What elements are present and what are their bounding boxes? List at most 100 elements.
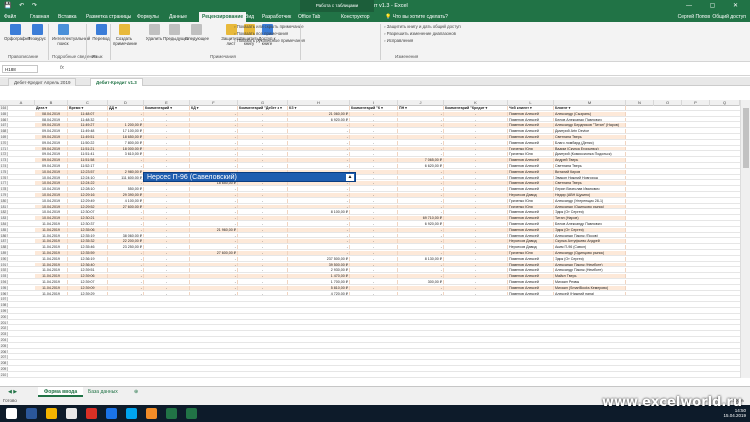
cell[interactable]: -	[144, 280, 190, 284]
cell[interactable]: -	[190, 193, 238, 197]
cell[interactable]: Михаил (SmartBooks Кемерово)	[554, 285, 626, 290]
ribbon-check-0[interactable]: ▫ Показать или скрыть примечание	[234, 24, 304, 29]
cell[interactable]: -	[238, 123, 288, 128]
cell[interactable]: 12:35:59	[68, 251, 108, 255]
cell[interactable]: -	[108, 268, 144, 273]
cell[interactable]: Скупка Алтуфьево Андрей	[554, 239, 626, 244]
cell[interactable]: -	[238, 227, 288, 232]
cell[interactable]: 12:35:46	[68, 245, 108, 250]
cell[interactable]: Пименов Алексей	[508, 285, 554, 290]
cell[interactable]: 21 960,00 ₽	[190, 227, 238, 232]
column-title-0[interactable]: Дата ▾	[35, 106, 68, 110]
cell[interactable]: -	[190, 123, 238, 128]
cell[interactable]: Александр (Сызрань)	[554, 111, 626, 116]
cell[interactable]: Гриченко Юля	[508, 152, 554, 157]
cell[interactable]: -	[190, 158, 238, 163]
cell[interactable]: -	[190, 164, 238, 168]
cell[interactable]: -	[190, 135, 238, 139]
cell[interactable]: -	[398, 227, 444, 232]
table-row[interactable]: 193 11.04.2019 12:39:06- - - -1 470,00 ₽ - - - Пи…	[0, 274, 740, 280]
cell[interactable]: -	[144, 193, 190, 197]
cell[interactable]: 11:52:17	[68, 164, 108, 168]
cell[interactable]: -	[288, 164, 350, 168]
column-title-9[interactable]: Комментарий "Кредит ▾	[444, 106, 508, 110]
cell[interactable]: -	[350, 222, 398, 226]
cell[interactable]: -	[350, 181, 398, 186]
cell[interactable]: -	[350, 193, 398, 197]
cell[interactable]: -	[238, 129, 288, 134]
cell[interactable]: 12:24:22	[68, 181, 108, 186]
ribbon-button-5[interactable]: Удалить	[143, 24, 165, 41]
cell[interactable]: Гриченко Юля	[508, 146, 554, 151]
cell[interactable]: Эдик (От Сергея)	[554, 210, 626, 215]
cell[interactable]: Пименов Алексей	[508, 164, 554, 168]
ribbon-check-2[interactable]: ▫ Показать рукописные примечания	[234, 38, 305, 43]
cell[interactable]: -	[190, 291, 238, 296]
cell[interactable]: Белов Александр Павлович	[554, 222, 626, 226]
cell[interactable]: -	[398, 198, 444, 203]
cell[interactable]: 2 980,00 ₽	[108, 169, 144, 174]
cell[interactable]: -	[190, 187, 238, 192]
cell[interactable]: -	[350, 256, 398, 261]
dropdown-arrow-icon[interactable]: ▲	[346, 174, 354, 181]
cell[interactable]: -	[444, 158, 508, 163]
taskbar-app-icon-8[interactable]	[166, 408, 177, 419]
tab-3[interactable]: Разметка страницы	[86, 14, 131, 20]
table-row[interactable]: 186 11.04.2019 12:35:19 38 060,00 ₽ - - - - - - - П…	[0, 233, 740, 239]
cell[interactable]: Пименов Алексей	[508, 227, 554, 232]
column-title-1[interactable]: Время ▾	[68, 106, 108, 110]
window-controls[interactable]: — ▢ ✕	[686, 2, 746, 9]
table-row[interactable]: 185 11.04.2019 12:35:06- -21 960,00 ₽ - - - - - П…	[0, 227, 740, 233]
cell[interactable]: 6 620,00 ₽	[398, 164, 444, 168]
cell[interactable]: -	[398, 117, 444, 122]
cell[interactable]: Михаил Резвы	[554, 280, 626, 284]
tab-2[interactable]: Вставка	[58, 14, 77, 20]
cell[interactable]: Пименов Алексей	[508, 268, 554, 273]
cell[interactable]: -	[144, 251, 190, 255]
table-row[interactable]: 178 10.04.2019 12:28:10 550,00 ₽ - - - - - - - Пиме…	[0, 187, 740, 193]
cell[interactable]: -	[238, 251, 288, 255]
cell[interactable]: 39 500,00 ₽	[288, 262, 350, 267]
cell[interactable]: -	[444, 181, 508, 186]
empty-row[interactable]: 197	[0, 297, 740, 303]
taskbar-app-icon-5[interactable]	[106, 408, 117, 419]
cell[interactable]: -	[444, 216, 508, 221]
cell[interactable]: Белов Александр Павлович	[554, 117, 626, 122]
cell[interactable]: Виталий Киров	[554, 169, 626, 174]
cell[interactable]: 12:30:37	[68, 222, 108, 226]
cell[interactable]: Александр Пасюк (Псков)	[554, 233, 626, 238]
cell[interactable]: 11.04.2019	[35, 233, 68, 238]
cell[interactable]: 12:39:51	[68, 268, 108, 273]
table-row[interactable]: 173 09.04.2019 11:51:58- - - - - -7 065,00 ₽ - Пи…	[0, 158, 740, 164]
cell[interactable]: 09.04.2019	[35, 140, 68, 145]
tellme-search[interactable]: 💡 Что вы хотите сделать?	[385, 14, 448, 20]
cell[interactable]: -	[444, 239, 508, 244]
cell[interactable]: -	[444, 164, 508, 168]
table-row[interactable]: 166 08.04.2019 11:48:32- - - -6 920,00 ₽ - - - Пи…	[0, 117, 740, 123]
cell[interactable]: -	[108, 262, 144, 267]
cell[interactable]: -	[144, 274, 190, 279]
cell[interactable]: 12:35:19	[68, 233, 108, 238]
cell[interactable]: -	[444, 256, 508, 261]
cell[interactable]: -	[144, 198, 190, 203]
cell[interactable]: -	[238, 256, 288, 261]
cell[interactable]: -	[398, 193, 444, 197]
cell[interactable]: -	[190, 216, 238, 221]
cell[interactable]: 12:39:06	[68, 274, 108, 279]
cell[interactable]: Александр Пасюк (Немботе)	[554, 268, 626, 273]
cell[interactable]: -	[350, 111, 398, 116]
cell[interactable]: -	[144, 158, 190, 163]
cell[interactable]: 08.04.2019	[35, 117, 68, 122]
cell[interactable]: -	[144, 135, 190, 139]
ribbon-button-0[interactable]: Орфография	[4, 24, 30, 41]
vertical-scrollbar[interactable]	[740, 100, 750, 378]
ribbon-button-7[interactable]: Следующее	[185, 24, 209, 41]
cell[interactable]: -	[398, 204, 444, 209]
table-row[interactable]: 190 11.04.2019 12:36:19- - - -237 500,00 ₽ -8 …	[0, 256, 740, 262]
cell[interactable]: -	[444, 210, 508, 215]
cell[interactable]: -	[350, 175, 398, 180]
table-row[interactable]: 17610.04.201912:24:10111 600,00 ₽-------…	[0, 175, 740, 181]
table-row[interactable]: 182 10.04.2019 12:30:07- - - -8 100,00 ₽ - - - Пи…	[0, 210, 740, 216]
cell[interactable]: 2 930,00 ₽	[288, 268, 350, 273]
cell[interactable]: 1 200,00 ₽	[108, 123, 144, 128]
